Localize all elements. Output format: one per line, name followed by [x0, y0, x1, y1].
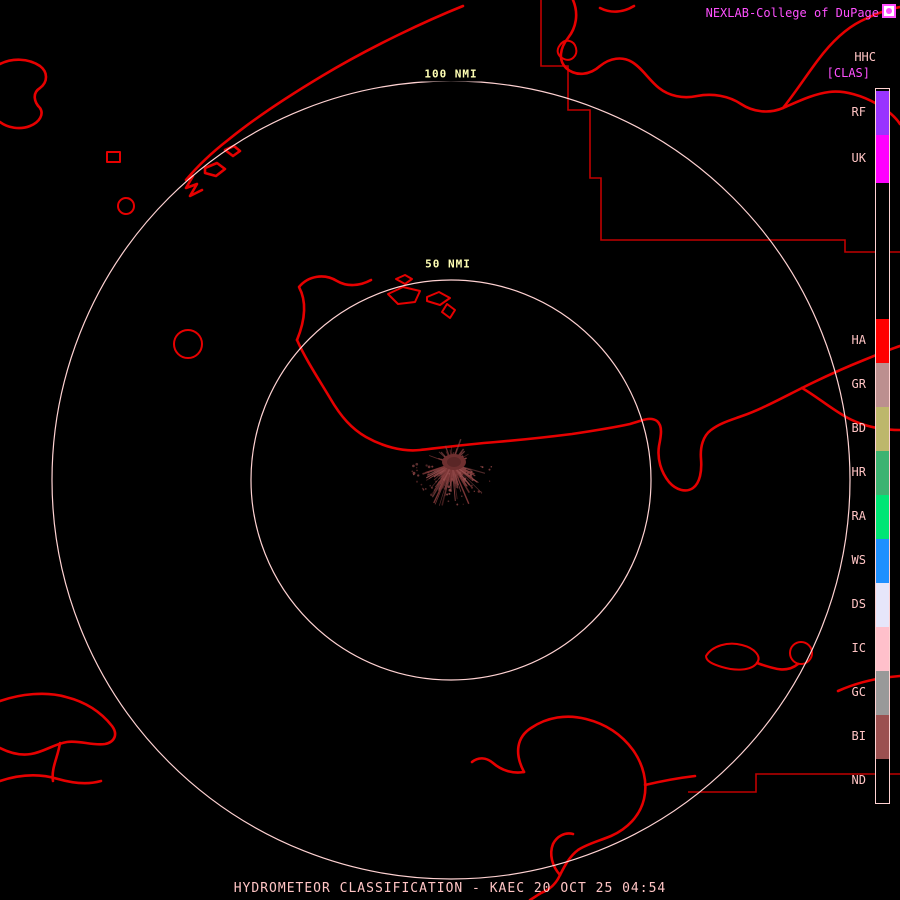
legend-label-gc: GC: [851, 685, 866, 699]
legend-swatch-rf: [876, 91, 889, 135]
legend-swatch-ws: [876, 539, 889, 583]
range-ring-label-100nmi: 100 NMI: [420, 66, 482, 82]
legend-label-hr: HR: [851, 465, 866, 479]
brand-title: NEXLAB-College of DuPage: [705, 6, 879, 20]
legend-label-uk: UK: [851, 151, 866, 165]
legend-swatch-bi: [876, 715, 889, 759]
legend-label-rf: RF: [851, 105, 866, 119]
legend-swatch-hr: [876, 451, 889, 495]
legend-swatch-bd: [876, 407, 889, 451]
legend-swatch-gc: [876, 671, 889, 715]
legend-swatch-ds: [876, 583, 889, 627]
legend-swatch-gr: [876, 363, 889, 407]
product-title: HYDROMETEOR CLASSIFICATION - KAEC 20 OCT…: [233, 881, 667, 896]
legend-label-ra: RA: [851, 509, 866, 523]
product-code: HHC: [854, 50, 876, 64]
legend-label-nd: ND: [851, 773, 866, 787]
legend-label-bi: BI: [851, 729, 866, 743]
legend-swatch-nd: [876, 759, 889, 803]
legend-swatch-uk: [876, 135, 889, 183]
legend-label-ic: IC: [851, 641, 866, 655]
legend-swatch-ha: [876, 319, 889, 363]
legend-label-ds: DS: [851, 597, 866, 611]
classification-tag: [CLAS]: [826, 66, 870, 80]
legend-label-gr: GR: [851, 377, 866, 391]
range-ring-label-50nmi: 50 NMI: [421, 256, 475, 272]
legend-label-ws: WS: [851, 553, 866, 567]
radar-display: 100 NMI 50 NMI NEXLAB-College of DuPage …: [0, 0, 900, 900]
legend-swatch-ic: [876, 627, 889, 671]
legend-swatch-ra: [876, 495, 889, 539]
county-borders: [540, 0, 900, 793]
legend-label-ha: HA: [851, 333, 866, 347]
colorbar: [875, 88, 890, 804]
radar-map: [0, 0, 900, 900]
legend-label-bd: BD: [851, 421, 866, 435]
nexlab-logo-icon: [882, 4, 896, 18]
